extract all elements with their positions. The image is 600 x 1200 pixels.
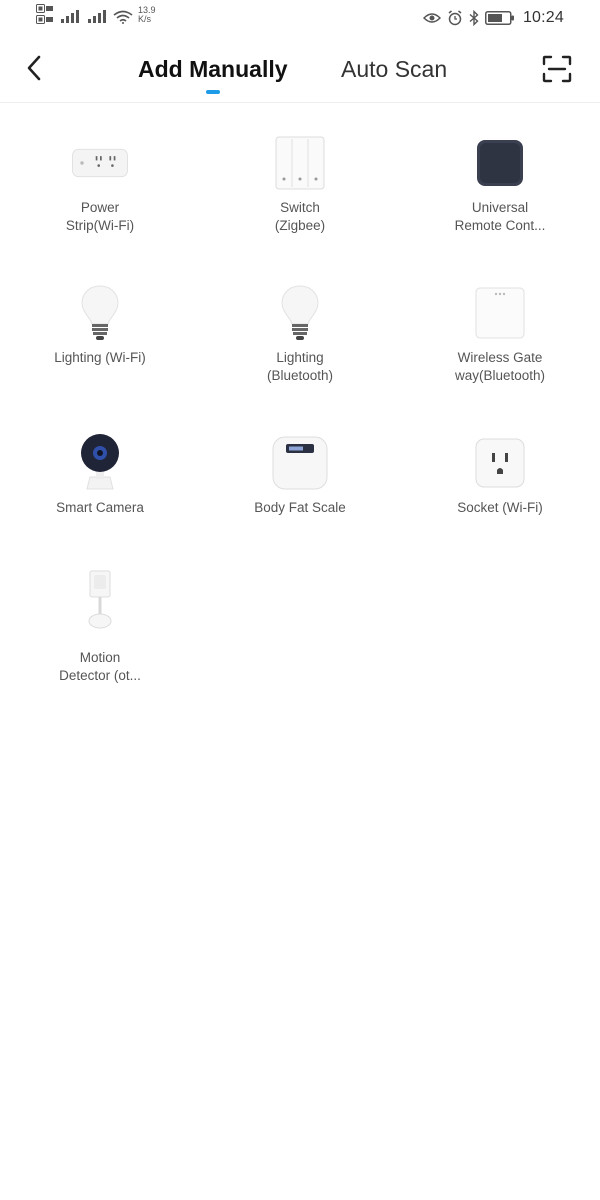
eye-icon — [422, 13, 441, 23]
universal-remote-icon — [470, 133, 530, 193]
scan-button[interactable] — [540, 52, 574, 86]
device-label: Power Strip(Wi-Fi) — [30, 199, 170, 235]
device-label-line1: Motion — [79, 650, 121, 665]
scale-icon — [270, 433, 330, 493]
device-label: Body Fat Scale — [230, 499, 370, 517]
device-smart-camera[interactable]: Smart Camera — [0, 403, 200, 553]
device-label-line2: way(Bluetooth) — [454, 368, 546, 383]
motion-sensor-icon — [70, 569, 130, 631]
gateway-icon — [470, 283, 530, 343]
camera-icon — [70, 433, 130, 493]
light-bulb-icon — [70, 283, 130, 343]
device-label-line2: Detector (ot... — [59, 668, 141, 683]
device-label-line1: Lighting — [276, 350, 324, 365]
bluetooth-icon — [469, 10, 479, 26]
device-label-line2: Remote Cont... — [454, 218, 546, 233]
sim2-icon — [36, 15, 53, 24]
tab-add-manually[interactable]: Add Manually — [138, 56, 288, 83]
device-socket-wifi[interactable]: Socket (Wi-Fi) — [400, 403, 600, 553]
device-label: Smart Camera — [30, 499, 170, 517]
device-switch-zigbee[interactable]: Switch (Zigbee) — [200, 103, 400, 253]
signal-icon-2 — [88, 10, 106, 23]
header: Add Manually Auto Scan — [0, 36, 600, 103]
alarm-icon — [448, 10, 462, 26]
device-label: Wireless Gate way(Bluetooth) — [430, 349, 570, 385]
signal-icon — [61, 10, 79, 23]
light-bulb-icon — [270, 283, 330, 343]
device-label: Socket (Wi-Fi) — [430, 499, 570, 517]
device-wireless-gateway[interactable]: Wireless Gate way(Bluetooth) — [400, 253, 600, 403]
network-speed: 13.9 K/s — [138, 6, 156, 24]
device-label-line1: Switch — [280, 200, 320, 215]
device-body-fat-scale[interactable]: Body Fat Scale — [200, 403, 400, 553]
status-left: 13.9 K/s — [36, 4, 156, 24]
device-universal-remote[interactable]: Universal Remote Cont... — [400, 103, 600, 253]
clock: 10:24 — [522, 9, 564, 26]
sim1-icon — [36, 4, 53, 13]
power-strip-icon — [70, 133, 130, 193]
device-label-line1: Body Fat Scale — [254, 500, 346, 515]
device-label-line2: (Zigbee) — [274, 218, 326, 233]
device-power-strip[interactable]: Power Strip(Wi-Fi) — [0, 103, 200, 253]
scan-icon — [542, 55, 572, 83]
device-lighting-wifi[interactable]: Lighting (Wi-Fi) — [0, 253, 200, 403]
back-button[interactable] — [18, 50, 50, 86]
battery-icon — [484, 11, 514, 25]
device-label: Motion Detector (ot... — [30, 649, 170, 685]
device-label-line1: Wireless Gate — [457, 350, 543, 365]
device-label-line1: Power — [80, 200, 120, 215]
network-speed-unit: K/s — [138, 14, 152, 24]
socket-icon — [470, 433, 530, 493]
device-motion-detector[interactable]: Motion Detector (ot... — [0, 553, 200, 713]
chevron-left-icon — [27, 55, 41, 81]
device-label: Switch (Zigbee) — [230, 199, 370, 235]
device-label: Universal Remote Cont... — [430, 199, 570, 235]
device-label-line2: (Bluetooth) — [266, 368, 334, 383]
tab-auto-scan[interactable]: Auto Scan — [341, 56, 447, 83]
device-label-line2: Strip(Wi-Fi) — [65, 218, 135, 233]
status-right: 10:24 — [422, 9, 564, 27]
sim-stack — [36, 4, 54, 24]
device-label: Lighting (Wi-Fi) — [30, 349, 170, 367]
device-label-line1: Lighting (Wi-Fi) — [54, 350, 146, 365]
device-lighting-bluetooth[interactable]: Lighting (Bluetooth) — [200, 253, 400, 403]
device-label-line1: Socket (Wi-Fi) — [457, 500, 543, 515]
device-label-line1: Smart Camera — [56, 500, 144, 515]
status-bar: 13.9 K/s 10:24 — [0, 0, 600, 36]
device-label: Lighting (Bluetooth) — [230, 349, 370, 385]
wifi-icon — [113, 10, 133, 24]
device-label-line1: Universal — [471, 200, 529, 215]
wall-switch-icon — [270, 133, 330, 193]
active-tab-indicator — [206, 90, 220, 94]
